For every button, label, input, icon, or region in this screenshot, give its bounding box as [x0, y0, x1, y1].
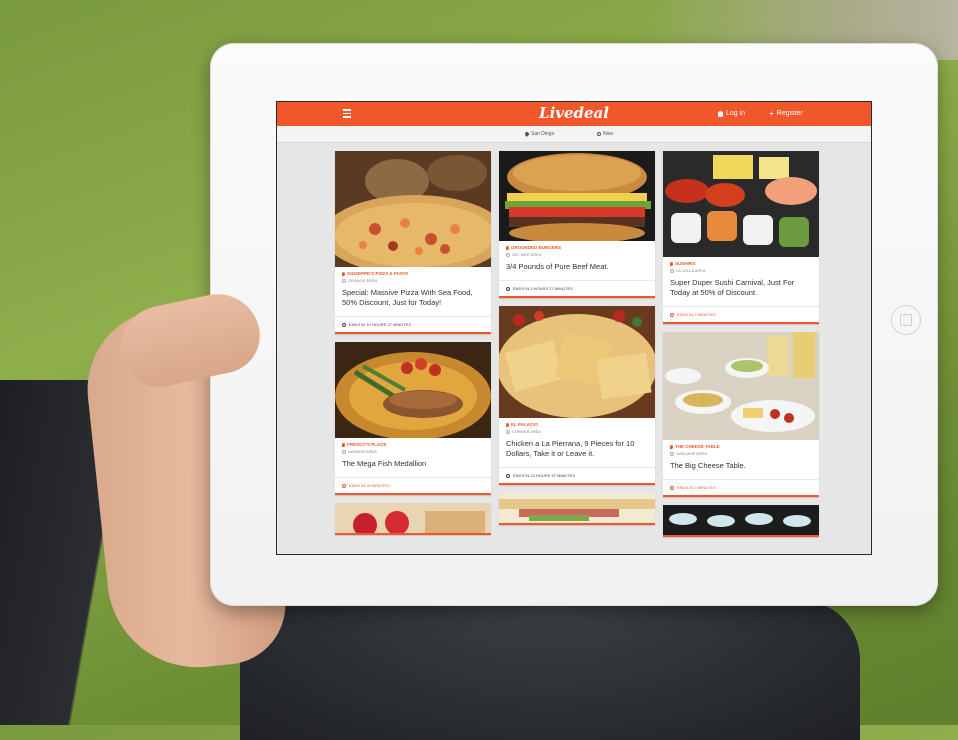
pin-icon	[342, 442, 345, 447]
deal-photo-strawberry	[335, 503, 491, 533]
location-icon	[342, 449, 346, 454]
deal-photo-plates	[663, 505, 819, 535]
deal-photo-lasagna	[499, 306, 655, 418]
time-filter[interactable]: Now	[597, 131, 613, 137]
deal-card[interactable]: GIUSEPPE'S PIZZA & PASTA ORANGE AREA Spe…	[335, 151, 491, 334]
deal-ends: ENDS IN 10 HOURS 27 MINUTES	[335, 316, 491, 332]
deal-photo-sandwich	[499, 493, 655, 523]
deal-card[interactable]: FRESCO'S PLACE HARBOR AREA The Mega Fish…	[335, 342, 491, 495]
vendor-area: ORANGE AREA	[342, 278, 484, 283]
login-button[interactable]: Log in	[718, 110, 745, 117]
deal-card[interactable]: EL PALACIO CORNER AREA Chicken a La Pier…	[499, 306, 655, 485]
deal-card[interactable]: SUSHIRO LA JOLLA AREA Super Duper Sushi …	[663, 151, 819, 324]
clock-icon	[342, 483, 346, 488]
deal-ends: ENDS IN 13 HOURS 57 MINUTES	[499, 467, 655, 483]
deal-title[interactable]: Special: Massive Pizza With Sea Food, 50…	[342, 288, 484, 308]
clock-icon	[342, 322, 346, 327]
pin-icon	[506, 245, 509, 250]
location-filter[interactable]: San Diego	[524, 131, 555, 137]
vendor-name[interactable]: EL PALACIO	[506, 422, 648, 427]
deal-column-2: GROUNDED BURGERS DEL MAR AREA 3/4 Pounds…	[499, 151, 655, 533]
deal-ends: ENDS IN 3 HOURS 27 MINUTES	[499, 280, 655, 296]
deal-ends: ENDS IN 29 MINUTES	[335, 477, 491, 493]
person-legs	[240, 600, 860, 740]
location-icon	[506, 252, 510, 257]
time-label: Now	[603, 131, 614, 137]
clock-icon	[670, 312, 674, 317]
deal-column-3: SUSHIRO LA JOLLA AREA Super Duper Sushi …	[663, 151, 819, 545]
clock-icon	[670, 485, 674, 490]
app-header: Livedeal Log in + Register	[277, 102, 871, 126]
vendor-name[interactable]: THE CHEESE TABLE	[670, 444, 812, 449]
deal-photo-fish	[335, 342, 491, 438]
deal-card[interactable]	[335, 503, 491, 535]
home-button[interactable]	[891, 305, 921, 335]
login-label: Log in	[726, 110, 746, 117]
pin-icon	[506, 422, 509, 427]
deal-card[interactable]	[663, 505, 819, 537]
pin-icon	[670, 444, 673, 449]
pin-icon	[670, 261, 673, 266]
vendor-area: GASLAMP AREA	[670, 451, 812, 456]
clock-icon	[506, 286, 510, 291]
clock-icon	[506, 473, 510, 478]
tablet-device: Livedeal Log in + Register San Diego Now	[210, 43, 938, 606]
deal-photo-burger	[499, 151, 655, 241]
vendor-name[interactable]: SUSHIRO	[670, 261, 812, 266]
pin-icon	[524, 131, 530, 137]
vendor-name[interactable]: FRESCO'S PLACE	[342, 442, 484, 447]
deal-card[interactable]: THE CHEESE TABLE GASLAMP AREA The Big Ch…	[663, 332, 819, 497]
deal-card[interactable]	[499, 493, 655, 525]
deal-title[interactable]: 3/4 Pounds of Pure Beef Meat.	[506, 262, 648, 272]
deal-ends: ENDS IN 2 MINUTES	[663, 306, 819, 322]
vendor-name[interactable]: GIUSEPPE'S PIZZA & PASTA	[342, 271, 484, 276]
deal-title[interactable]: Super Duper Sushi Carnival, Just For Tod…	[670, 278, 812, 298]
deal-title[interactable]: Chicken a La Pierrana, 9 Pieces for 10 D…	[506, 439, 648, 459]
deal-photo-sushi	[663, 151, 819, 257]
location-icon	[506, 429, 510, 434]
deal-photo-pizza	[335, 151, 491, 267]
pin-icon	[342, 271, 345, 276]
vendor-area: LA JOLLA AREA	[670, 268, 812, 273]
clock-icon	[597, 132, 601, 136]
location-icon	[670, 268, 674, 273]
deal-card[interactable]: GROUNDED BURGERS DEL MAR AREA 3/4 Pounds…	[499, 151, 655, 298]
deal-ends: ENDS IN 2 MINUTES	[663, 479, 819, 495]
deal-column-1: GIUSEPPE'S PIZZA & PASTA ORANGE AREA Spe…	[335, 151, 491, 543]
location-label: San Diego	[531, 131, 555, 137]
tablet-screen: Livedeal Log in + Register San Diego Now	[276, 101, 872, 555]
register-button[interactable]: + Register	[769, 109, 803, 118]
register-label: Register	[776, 110, 803, 117]
vendor-area: CORNER AREA	[506, 429, 648, 434]
vendor-area: DEL MAR AREA	[506, 252, 648, 257]
vendor-area: HARBOR AREA	[342, 449, 484, 454]
location-icon	[670, 451, 674, 456]
deal-photo-cheese	[663, 332, 819, 440]
location-icon	[342, 278, 346, 283]
vendor-name[interactable]: GROUNDED BURGERS	[506, 245, 648, 250]
filter-bar: San Diego Now	[277, 126, 871, 143]
plus-icon: +	[769, 109, 774, 118]
deal-title[interactable]: The Mega Fish Medallion	[342, 459, 484, 469]
deal-title[interactable]: The Big Cheese Table.	[670, 461, 812, 471]
user-icon	[718, 110, 723, 117]
